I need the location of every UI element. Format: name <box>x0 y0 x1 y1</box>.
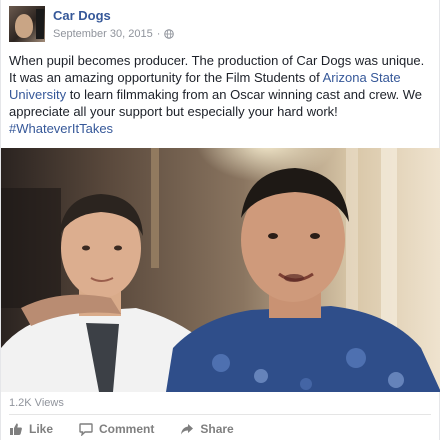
like-button[interactable]: Like <box>9 422 53 436</box>
like-label: Like <box>29 422 54 436</box>
video-frame <box>1 148 440 392</box>
share-button[interactable]: Share <box>180 422 234 436</box>
post-meta: September 30, 2015 · <box>53 28 175 40</box>
globe-icon <box>164 29 175 39</box>
meta-separator: · <box>156 28 161 40</box>
share-label: Share <box>200 422 234 436</box>
thumbs-up-icon <box>10 423 22 435</box>
post-text-part2: to learn filmmaking from an Oscar winnin… <box>9 87 423 119</box>
post-message: When pupil becomes producer. The product… <box>9 52 433 137</box>
hashtag-link[interactable]: #WhateverItTakes <box>9 121 113 136</box>
actions-divider <box>9 414 431 415</box>
avatar-label <box>36 9 44 39</box>
post-actions-bar: Like Comment Share <box>9 419 234 439</box>
share-arrow-icon <box>181 424 194 435</box>
comment-label: Comment <box>99 422 155 436</box>
video-player[interactable] <box>1 148 440 392</box>
comment-button[interactable]: Comment <box>79 422 154 436</box>
video-view-count: 1.2K Views <box>9 397 64 409</box>
speech-bubble-icon <box>79 423 93 436</box>
page-name-link[interactable]: Car Dogs <box>53 8 111 23</box>
post-date[interactable]: September 30, 2015 <box>53 28 153 40</box>
post-card: Car Dogs September 30, 2015 · When pupil… <box>0 0 440 440</box>
avatar-face <box>15 14 33 38</box>
page-avatar[interactable] <box>9 6 45 42</box>
